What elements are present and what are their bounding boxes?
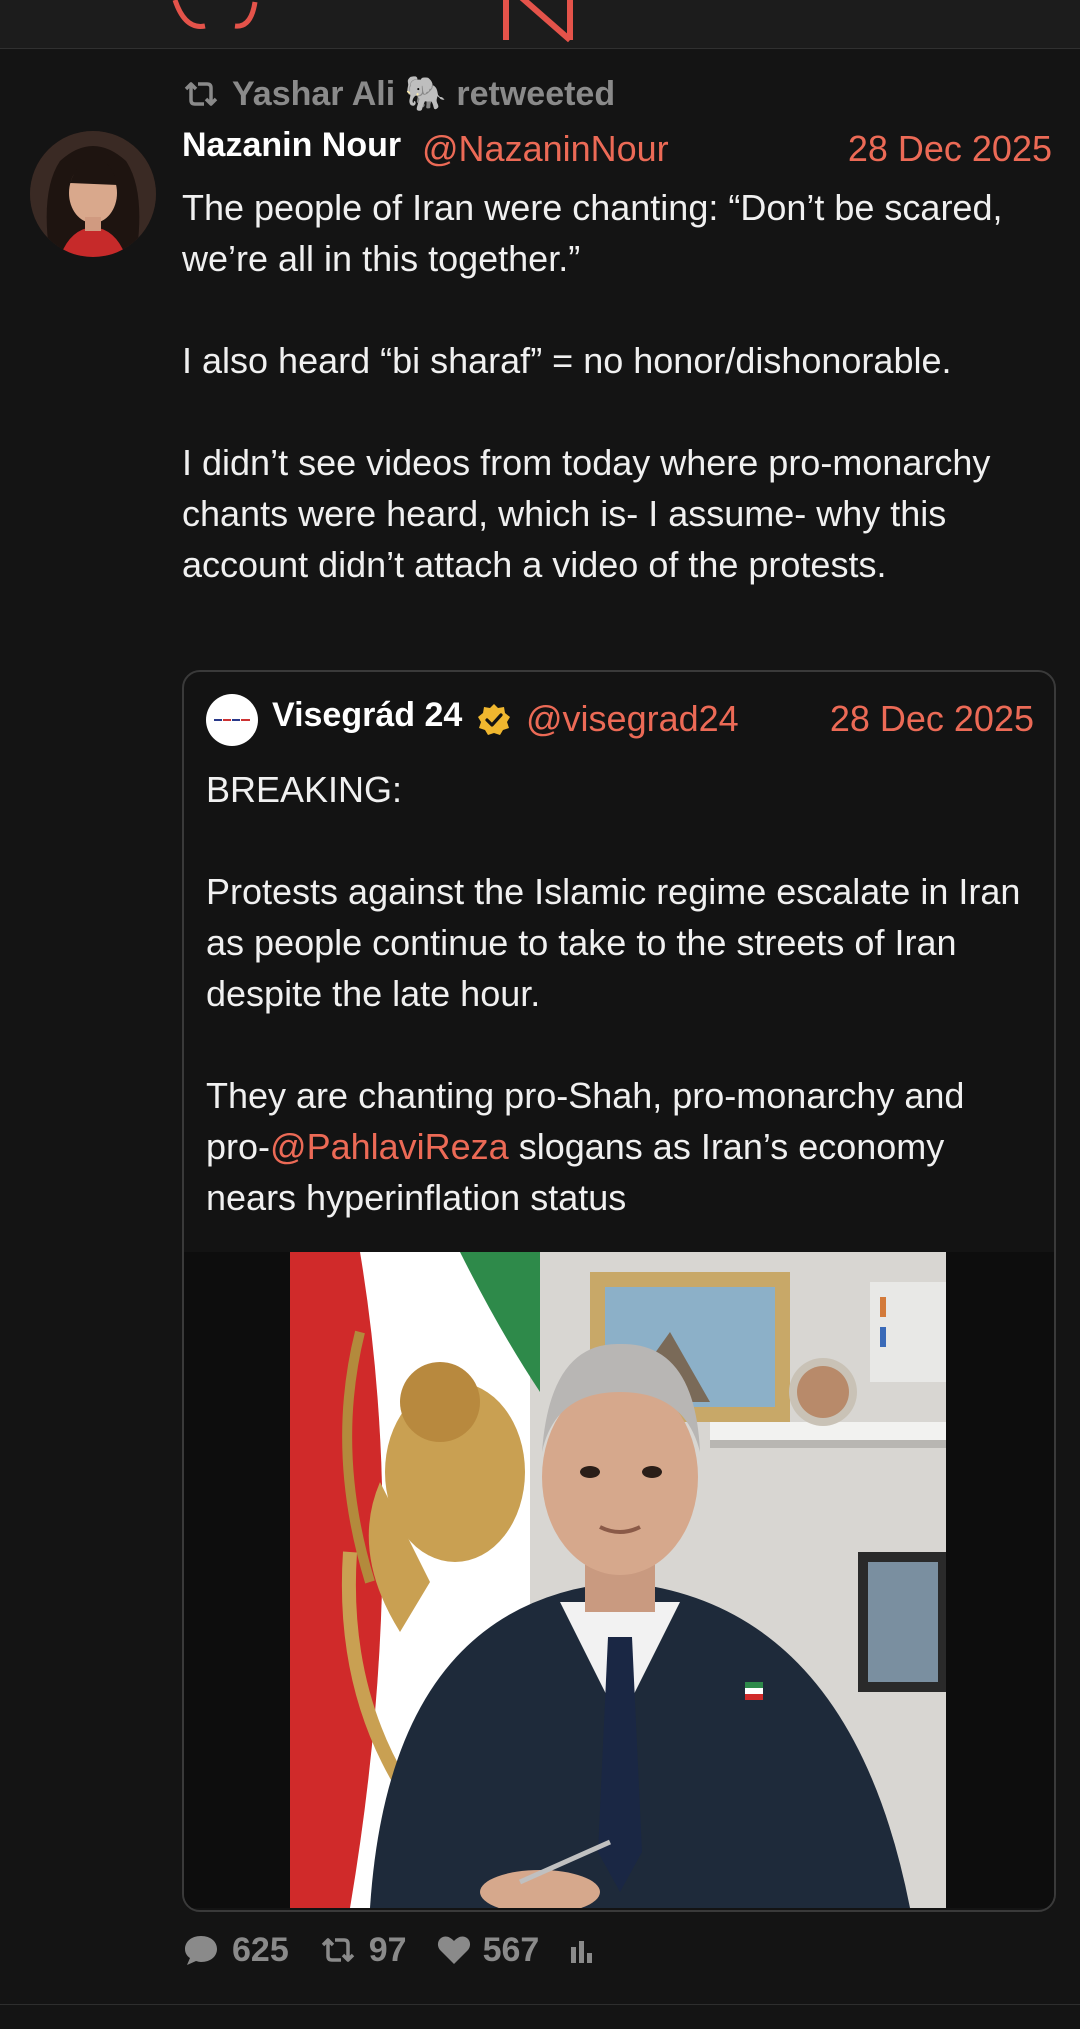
top-bar	[0, 0, 1080, 49]
retweet-icon	[184, 82, 218, 106]
retweet-attribution[interactable]: Yashar Ali 🐘 retweeted	[182, 72, 615, 116]
quoted-author-avatar[interactable]	[206, 694, 258, 746]
reply-button[interactable]: 625	[182, 1931, 289, 1970]
retweet-button[interactable]: 97	[319, 1931, 407, 1970]
retweet-icon	[321, 1938, 354, 1962]
tweet-paragraph: I also heard “bi sharaf” = no honor/dish…	[182, 340, 952, 381]
app-logo-icon[interactable]	[500, 0, 580, 44]
quoted-paragraph: BREAKING:	[206, 769, 403, 810]
like-count: 567	[482, 1930, 540, 1969]
quoted-media[interactable]	[184, 1252, 1054, 1908]
quoted-tweet-card[interactable]: Visegrád 24 @visegrad24 28 Dec 2025 BREA…	[182, 670, 1056, 1912]
divider	[0, 2004, 1080, 2005]
retweet-label: Yashar Ali 🐘 retweeted	[232, 75, 616, 113]
tweet-date[interactable]: 28 Dec 2025	[848, 128, 1052, 170]
tweet-paragraph: I didn’t see videos from today where pro…	[182, 442, 991, 585]
portrait-photo-image	[290, 1252, 946, 1908]
tweet-body: The people of Iran were chanting: “Don’t…	[182, 182, 1062, 590]
quoted-author-handle[interactable]: @visegrad24	[526, 698, 739, 740]
author-handle[interactable]: @NazaninNour	[422, 128, 669, 170]
tweet-actions: 625 97 567	[182, 1925, 625, 1975]
visegrad-logo-icon	[212, 717, 252, 723]
tweet-header: Nazanin Nour @NazaninNour 28 Dec 2025	[182, 124, 1052, 174]
tweet-paragraph: The people of Iran were chanting: “Don’t…	[182, 187, 1003, 279]
reply-icon	[185, 1936, 217, 1965]
stats-button[interactable]	[569, 1937, 595, 1963]
quoted-tweet-body: BREAKING: Protests against the Islamic r…	[206, 764, 1036, 1223]
mention-link[interactable]: @PahlaviReza	[270, 1126, 509, 1167]
stats-icon	[571, 1941, 593, 1963]
author-name[interactable]: Nazanin Nour	[182, 126, 401, 165]
quoted-paragraph: Protests against the Islamic regime esca…	[206, 871, 1021, 1014]
quoted-photo[interactable]	[290, 1252, 946, 1908]
quoted-author-name[interactable]: Visegrád 24	[272, 696, 462, 735]
like-icon	[437, 1936, 470, 1964]
back-arrow-fragment-icon[interactable]	[165, 0, 285, 40]
like-button[interactable]: 567	[437, 1930, 540, 1970]
retweet-count: 97	[368, 1930, 407, 1969]
reply-count: 625	[232, 1930, 289, 1969]
quoted-paragraph: They are chanting pro-Shah, pro-monarchy…	[206, 1070, 1036, 1223]
quoted-tweet-date[interactable]: 28 Dec 2025	[830, 698, 1034, 740]
verified-badge-icon	[478, 704, 510, 735]
author-avatar[interactable]	[30, 131, 156, 257]
author-portrait-image	[30, 131, 156, 257]
